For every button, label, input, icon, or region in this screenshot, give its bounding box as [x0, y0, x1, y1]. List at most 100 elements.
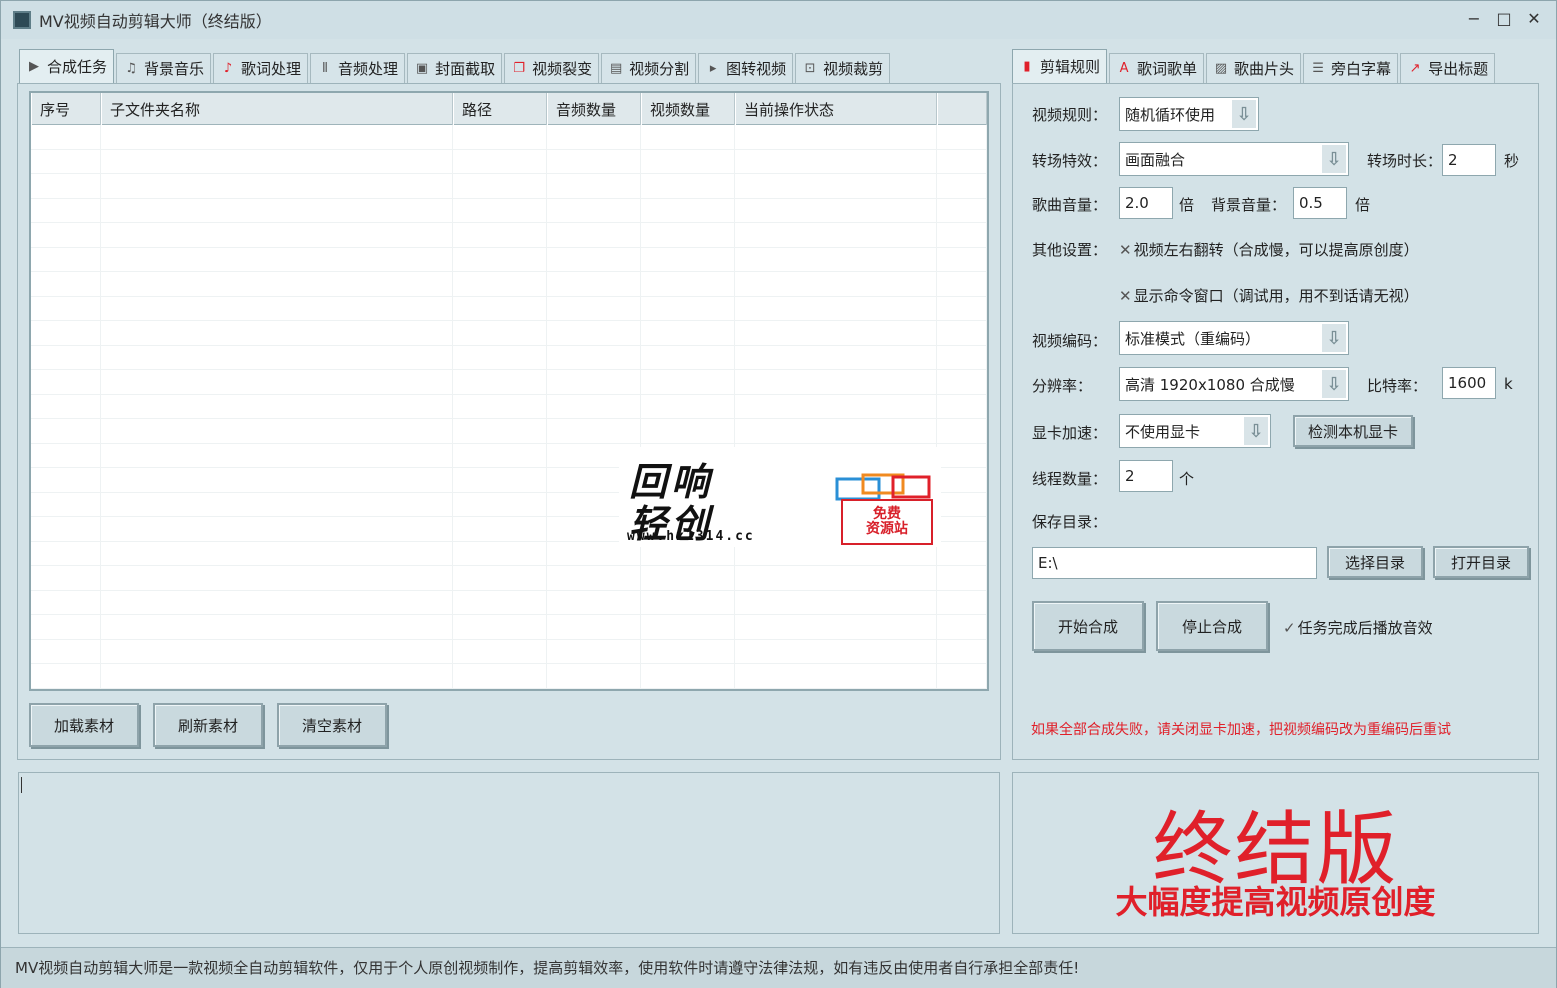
table-cell	[641, 321, 735, 345]
tab-narration-subtitles[interactable]: ☰ 旁白字幕	[1303, 53, 1399, 83]
table-cell	[937, 419, 987, 443]
minimize-button[interactable]: −	[1466, 9, 1482, 28]
table-cell	[547, 247, 641, 271]
column-header-index[interactable]: 序号	[31, 93, 101, 125]
table-body	[31, 125, 987, 689]
app-icon	[13, 11, 31, 29]
tab-audio[interactable]: ⦀ 音频处理	[310, 53, 406, 83]
table-row	[31, 590, 987, 615]
table-cell	[101, 566, 453, 590]
tab-cover[interactable]: ▣ 封面截取	[407, 53, 503, 83]
bitrate-unit: k	[1504, 375, 1513, 393]
close-button[interactable]: ✕	[1526, 9, 1542, 28]
table-cell	[101, 541, 453, 565]
table-cell	[937, 590, 987, 614]
stamp-line2: 资源站	[866, 521, 908, 537]
column-header-status[interactable]: 当前操作状态	[735, 93, 937, 125]
table-cell	[453, 149, 547, 173]
column-header-folder[interactable]: 子文件夹名称	[101, 93, 453, 125]
gpu-accel-value: 不使用显卡	[1125, 422, 1201, 441]
table-cell	[937, 468, 987, 492]
table-cell	[937, 125, 987, 149]
table-cell	[31, 541, 101, 565]
tab-lyrics[interactable]: ♪ 歌词处理	[213, 53, 309, 83]
refresh-material-button[interactable]: 刷新素材	[153, 703, 263, 747]
clear-material-button[interactable]: 清空素材	[277, 703, 387, 747]
tab-label: 歌曲片头	[1234, 60, 1295, 78]
table-cell	[31, 664, 101, 688]
table-cell	[453, 394, 547, 418]
table-row	[31, 149, 987, 174]
table-cell	[453, 468, 547, 492]
text-caret	[21, 777, 22, 793]
song-volume-input[interactable]: 2.0	[1119, 187, 1173, 219]
table-cell	[31, 321, 101, 345]
tab-label: 背景音乐	[144, 60, 205, 78]
tab-background-music[interactable]: ♫ 背景音乐	[116, 53, 212, 83]
stop-synthesis-button[interactable]: 停止合成	[1156, 601, 1268, 651]
resolution-select[interactable]: 高清 1920x1080 合成慢 ⇩	[1119, 367, 1349, 401]
table-cell	[453, 541, 547, 565]
column-header-path[interactable]: 路径	[453, 93, 547, 125]
save-dir-input[interactable]: E:\	[1032, 547, 1317, 579]
table-cell	[31, 419, 101, 443]
table-cell	[735, 394, 937, 418]
bg-volume-input[interactable]: 0.5	[1293, 187, 1347, 219]
table-cell	[735, 149, 937, 173]
gpu-accel-select[interactable]: 不使用显卡 ⇩	[1119, 414, 1271, 448]
tab-lyrics-playlist[interactable]: A 歌词歌单	[1109, 53, 1205, 83]
table-cell	[937, 296, 987, 320]
tab-edit-rules[interactable]: ▮ 剪辑规则	[1012, 49, 1108, 83]
table-cell	[101, 394, 453, 418]
tab-label: 剪辑规则	[1040, 58, 1101, 76]
table-cell	[937, 272, 987, 296]
start-synthesis-button[interactable]: 开始合成	[1032, 601, 1144, 651]
table-cell	[735, 419, 937, 443]
task-table[interactable]: 序号 子文件夹名称 路径 音频数量 视频数量 当前操作状态	[29, 91, 989, 691]
table-cell	[31, 492, 101, 516]
tab-export-title[interactable]: ↗ 导出标题	[1400, 53, 1496, 83]
play-sound-checkbox[interactable]: ✓ 任务完成后播放音效	[1283, 617, 1433, 638]
transition-duration-input[interactable]: 2	[1442, 144, 1496, 176]
table-cell	[937, 321, 987, 345]
flip-video-checkbox[interactable]: ✕ 视频左右翻转（合成慢，可以提高原创度）	[1119, 239, 1419, 260]
threads-unit: 个	[1179, 470, 1195, 488]
tab-video-crop[interactable]: ⊡ 视频裁剪	[795, 53, 891, 83]
tab-synthesis-task[interactable]: ▶ 合成任务	[19, 49, 115, 83]
tab-image-to-video[interactable]: ▸ 图转视频	[698, 53, 794, 83]
load-material-button[interactable]: 加载素材	[29, 703, 139, 747]
threads-input[interactable]: 2	[1119, 460, 1173, 492]
table-cell	[453, 492, 547, 516]
video-rule-select[interactable]: 随机循环使用 ⇩	[1119, 97, 1259, 131]
open-dir-button[interactable]: 打开目录	[1433, 546, 1529, 578]
tab-label: 旁白字幕	[1331, 60, 1392, 78]
table-cell	[31, 198, 101, 222]
tab-video-fission[interactable]: ❐ 视频裂变	[504, 53, 600, 83]
tab-song-intro[interactable]: ▨ 歌曲片头	[1206, 53, 1302, 83]
transition-label: 转场特效：	[1032, 152, 1108, 170]
show-cmd-checkbox[interactable]: ✕ 显示命令窗口（调试用，用不到话请无视）	[1119, 285, 1419, 306]
table-cell	[937, 345, 987, 369]
table-cell	[735, 223, 937, 247]
table-cell	[937, 174, 987, 198]
copy-icon: ❐	[513, 61, 525, 76]
transition-select[interactable]: 画面融合 ⇩	[1119, 142, 1349, 176]
bitrate-input[interactable]: 1600	[1442, 367, 1496, 399]
other-settings-label: 其他设置：	[1032, 241, 1108, 259]
maximize-button[interactable]: □	[1496, 9, 1512, 28]
table-cell	[101, 272, 453, 296]
column-header-audio-count[interactable]: 音频数量	[547, 93, 641, 125]
table-cell	[101, 149, 453, 173]
column-header-video-count[interactable]: 视频数量	[641, 93, 735, 125]
video-rule-label: 视频规则：	[1032, 106, 1108, 124]
tab-label: 音频处理	[338, 60, 399, 78]
edition-banner: 终结版 大幅度提高视频原创度	[1012, 772, 1539, 934]
table-cell	[735, 370, 937, 394]
detect-gpu-button[interactable]: 检测本机显卡	[1293, 415, 1413, 447]
log-output[interactable]	[18, 772, 1000, 934]
table-cell	[937, 198, 987, 222]
choose-dir-button[interactable]: 选择目录	[1327, 546, 1423, 578]
table-cell	[31, 615, 101, 639]
tab-video-split[interactable]: ▤ 视频分割	[601, 53, 697, 83]
video-encode-select[interactable]: 标准模式（重编码） ⇩	[1119, 321, 1349, 355]
